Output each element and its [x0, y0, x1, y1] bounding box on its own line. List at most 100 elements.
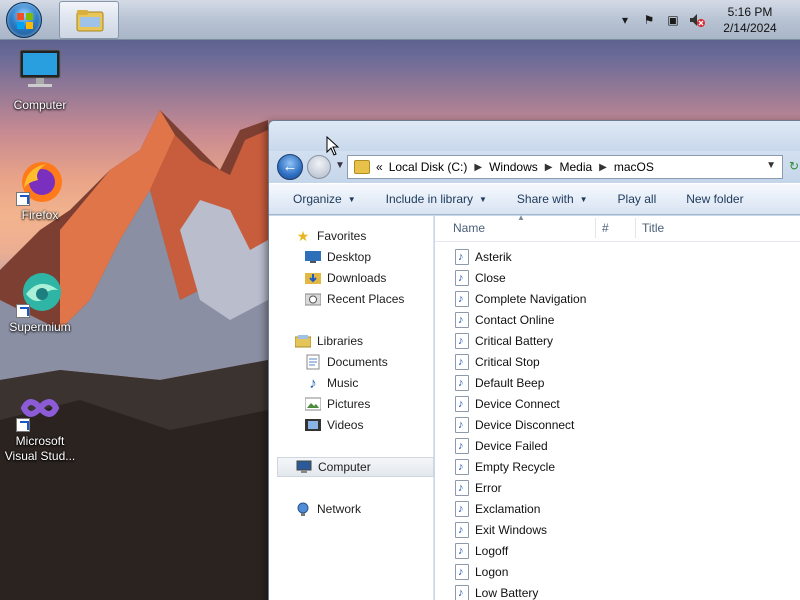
file-row[interactable]: Exclamation: [455, 499, 540, 519]
file-name: Complete Navigation: [475, 292, 587, 306]
file-row[interactable]: Device Failed: [455, 436, 548, 456]
nav-label: Videos: [327, 418, 364, 432]
nav-label: Downloads: [327, 271, 387, 285]
action-center-flag-icon[interactable]: ⚑: [640, 11, 658, 29]
audio-file-icon: [455, 375, 469, 391]
audio-file-icon: [455, 291, 469, 307]
breadcrumb-windows[interactable]: Windows: [489, 160, 538, 174]
share-with-label: Share with: [516, 192, 574, 206]
column-number[interactable]: #: [602, 221, 609, 235]
desktop-icon-supermium[interactable]: Supermium: [0, 270, 80, 335]
include-in-library-label: Include in library: [385, 192, 473, 206]
window-titlebar[interactable]: [269, 121, 800, 151]
file-name: Critical Stop: [475, 355, 540, 369]
new-folder-label: New folder: [686, 192, 744, 206]
nav-libraries[interactable]: Libraries: [269, 331, 434, 351]
desktop-icon-visual-studio[interactable]: Microsoft Visual Stud...: [0, 384, 80, 464]
nav-recent-places[interactable]: Recent Places: [269, 289, 434, 309]
desktop-icon-label: Firefox: [21, 208, 59, 222]
nav-computer[interactable]: Computer: [277, 457, 434, 477]
organize-button[interactable]: Organize ▼: [269, 183, 368, 215]
file-name: Close: [475, 271, 506, 285]
nav-network[interactable]: Network: [269, 499, 434, 519]
file-name: Device Connect: [475, 397, 560, 411]
nav-music[interactable]: ♪ Music: [269, 373, 434, 393]
nav-label: Recent Places: [327, 292, 405, 306]
volume-muted-icon[interactable]: [688, 11, 706, 29]
file-row[interactable]: Asterik: [455, 247, 512, 267]
audio-file-icon: [455, 543, 469, 559]
breadcrumb-media[interactable]: Media: [559, 160, 592, 174]
address-dropdown-icon[interactable]: ▼: [766, 160, 776, 171]
file-row[interactable]: Error: [455, 478, 502, 498]
file-row[interactable]: Default Beep: [455, 373, 544, 393]
address-bar[interactable]: « Local Disk (C:) ▶ Windows ▶ Media ▶ ma…: [347, 155, 783, 179]
refresh-icon[interactable]: ↻: [789, 159, 799, 173]
breadcrumb-separator-icon[interactable]: ▶: [599, 162, 607, 173]
column-separator[interactable]: [635, 218, 636, 238]
file-row[interactable]: Low Battery: [455, 583, 538, 600]
file-name: Logon: [475, 565, 509, 579]
nav-pictures[interactable]: Pictures: [269, 394, 434, 414]
recent-places-icon: [305, 291, 321, 307]
file-row[interactable]: Empty Recycle: [455, 457, 555, 477]
file-row[interactable]: Logon: [455, 562, 508, 582]
file-row[interactable]: Device Connect: [455, 394, 560, 414]
computer-icon: [16, 48, 64, 96]
firefox-icon: [16, 158, 64, 206]
forward-button[interactable]: [307, 155, 331, 179]
nav-label: Desktop: [327, 250, 372, 264]
recent-pages-dropdown-icon[interactable]: ▼: [335, 160, 345, 171]
audio-file-icon: [455, 585, 469, 600]
column-title[interactable]: Title: [642, 221, 664, 235]
file-row[interactable]: Exit Windows: [455, 520, 547, 540]
nav-desktop[interactable]: Desktop: [269, 247, 434, 267]
column-separator[interactable]: [595, 218, 596, 238]
file-row[interactable]: Device Disconnect: [455, 415, 574, 435]
clock[interactable]: 5:16 PM 2/14/2024: [708, 4, 792, 36]
nav-documents[interactable]: Documents: [269, 352, 434, 372]
file-row[interactable]: Complete Navigation: [455, 289, 586, 309]
nav-label: Documents: [327, 355, 388, 369]
nav-label: Libraries: [317, 334, 364, 348]
clock-time: 5:16 PM: [727, 5, 773, 19]
taskbar-explorer-button[interactable]: [59, 1, 119, 39]
audio-file-icon: [455, 501, 469, 517]
libraries-icon: [295, 333, 311, 349]
nav-label: Music: [327, 376, 359, 390]
audio-file-icon: [455, 522, 469, 538]
audio-file-icon: [455, 459, 469, 475]
nav-videos[interactable]: Videos: [269, 415, 434, 435]
share-with-button[interactable]: Share with ▼: [499, 183, 600, 215]
file-name: Exit Windows: [475, 523, 548, 537]
play-all-button[interactable]: Play all: [600, 183, 669, 215]
breadcrumb-separator-icon[interactable]: ▶: [474, 162, 482, 173]
chevron-up-icon[interactable]: ▾: [616, 11, 634, 29]
audio-file-icon: [455, 564, 469, 580]
column-name[interactable]: Name: [453, 221, 485, 235]
file-name: Critical Battery: [475, 334, 554, 348]
desktop-icon-firefox[interactable]: Firefox: [0, 158, 80, 223]
nav-label: Network: [317, 502, 362, 516]
breadcrumb-separator-icon[interactable]: ▶: [545, 162, 553, 173]
shortcut-arrow-icon: [16, 304, 30, 318]
file-row[interactable]: Logoff: [455, 541, 508, 561]
breadcrumb-local-disk[interactable]: Local Disk (C:): [389, 160, 468, 174]
column-headers: ▲ Name # Title: [435, 213, 800, 242]
back-button[interactable]: ←: [277, 154, 303, 180]
start-button[interactable]: [6, 2, 42, 38]
address-overflow-chevron[interactable]: «: [376, 160, 383, 174]
new-folder-button[interactable]: New folder: [668, 183, 755, 215]
folder-icon: [354, 160, 370, 174]
nav-downloads[interactable]: Downloads: [269, 268, 434, 288]
include-in-library-button[interactable]: Include in library ▼: [368, 183, 499, 215]
desktop-icon-computer[interactable]: Computer: [0, 48, 80, 113]
nav-favorites[interactable]: ★ Favorites: [269, 226, 434, 246]
file-row[interactable]: Critical Battery: [455, 331, 553, 351]
breadcrumb-macos[interactable]: macOS: [614, 160, 654, 174]
nav-label: Favorites: [317, 229, 367, 243]
file-row[interactable]: Critical Stop: [455, 352, 540, 372]
network-icon[interactable]: ▣: [664, 11, 682, 29]
file-row[interactable]: Close: [455, 268, 506, 288]
file-row[interactable]: Contact Online: [455, 310, 554, 330]
